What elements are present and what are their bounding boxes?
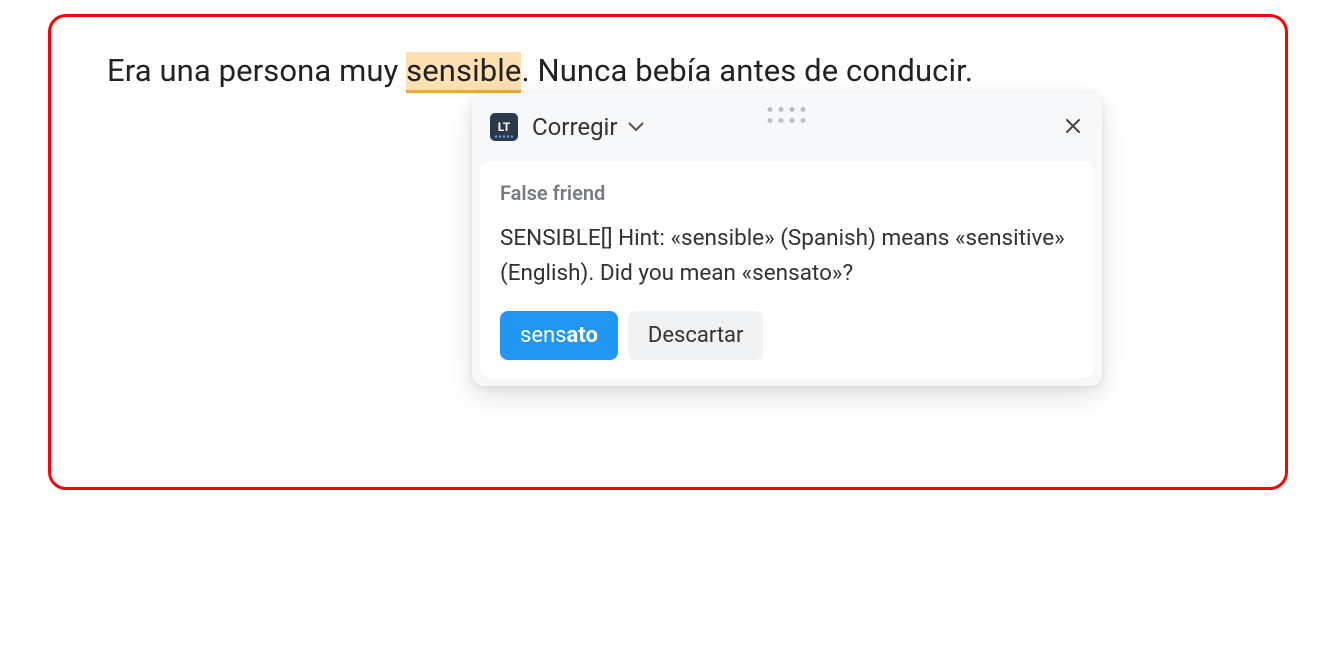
suggestion-suffix: ato: [567, 323, 598, 348]
editor-text[interactable]: Era una persona muy sensible. Nunca bebí…: [107, 47, 1229, 95]
popup-body: False friend SENSIBLE[] Hint: «sensible»…: [480, 161, 1094, 378]
logo-text: LT: [498, 120, 511, 134]
correction-popup: LT Corregir False friend SENSIBLE[] Hint…: [472, 93, 1102, 386]
drag-handle-icon[interactable]: [768, 107, 807, 124]
highlighted-word[interactable]: sensible: [406, 52, 521, 93]
dismiss-button[interactable]: Descartar: [628, 311, 764, 360]
close-icon: [1065, 118, 1081, 134]
suggestion-button[interactable]: sensato: [500, 311, 618, 360]
text-after: . Nunca bebía antes de conducir.: [521, 52, 973, 89]
chevron-down-icon: [628, 122, 644, 132]
suggestion-prefix: sens: [520, 323, 567, 348]
issue-category: False friend: [500, 181, 1074, 205]
actions-row: sensato Descartar: [500, 311, 1074, 360]
issue-explanation: SENSIBLE[] Hint: «sensible» (Spanish) me…: [500, 221, 1074, 291]
correct-label: Corregir: [532, 113, 618, 141]
correct-dropdown[interactable]: Corregir: [532, 113, 644, 141]
close-button[interactable]: [1062, 115, 1084, 137]
text-before: Era una persona muy: [107, 52, 406, 89]
popup-header: LT Corregir: [472, 93, 1102, 161]
languagetool-logo-icon: LT: [490, 113, 518, 141]
